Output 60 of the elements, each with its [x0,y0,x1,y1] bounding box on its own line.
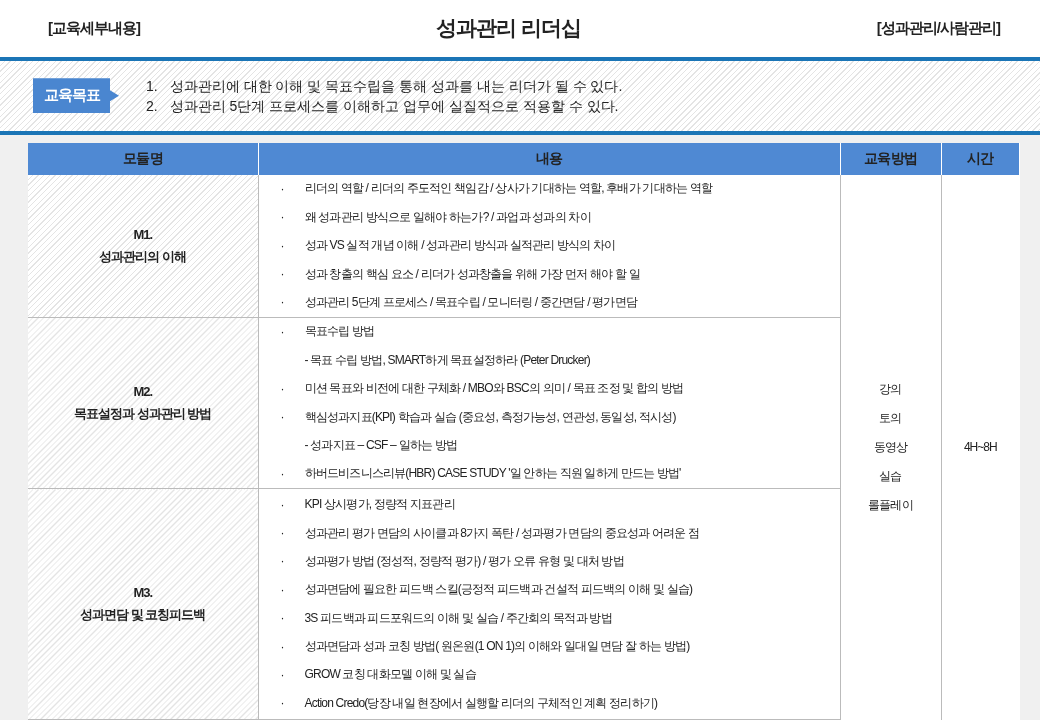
content-text: 성과면담에 필요한 피드백 스킬(긍정적 피드백과 건설적 피드백의 이해 및 실습) [304,581,693,599]
content-text: 핵심성과지표(KPI) 학습과 실습 (중요성, 측정가능성, 연관성, 동일성, 적시성) [304,408,676,426]
content-text: 하버드비즈니스리뷰(HBR) CASE STUDY '일 안하는 직원 일하게 만드는 방법' [304,465,681,483]
content-text: 성과 VS 실적 개념 이해 / 성과관리 방식과 실적관리 방식의 차이 [304,237,616,255]
content-text: 왜 성과관리 방식으로 일해야 하는가? / 과업과 성과의 차이 [304,208,591,226]
bullet-icon: · [280,410,305,424]
bullet-icon: · [280,238,305,253]
module-code: M1. [132,225,154,244]
bullet-icon: · [280,497,305,512]
column-header: 시간 [941,142,1019,175]
category-tag: [성과관리/사람관리] [876,19,1000,38]
method-text: 롤플레이 [867,496,914,514]
content-text: 성과관리 5단계 프로세스 / 목표수립 / 모니터링 / 중간면담 / 평가면담 [304,293,638,311]
objective-number: 1. [146,76,158,95]
bullet-icon: · [280,554,305,569]
content-text: 미션 목표와 비전에 대한 구체화 / MBO와 BSC의 의미 / 목표 조정 및 합의 방법 [304,380,684,398]
bullet-icon: · [280,696,305,711]
module-code: M2. [132,382,154,401]
content-subtext: - 목표 수립 방법, SMART하게 목표설정하라 (Peter Drucker) [304,351,591,369]
bullet-icon: · [280,526,305,540]
bullet-icon: · [280,381,305,396]
time-text: 4H~8H [941,174,1019,720]
module-code: M3. [132,584,154,602]
column-header: 모듈명 [28,142,258,175]
objective-text: 성과관리 5단계 프로세스를 이해하고 업무에 실질적으로 적용할 수 있다. [169,96,619,115]
column-header: 내용 [258,142,840,175]
bullet-icon: · [280,324,305,339]
content-text: 목표수립 방법 [304,323,375,341]
content-text: Action Credo(당장 내일 현장에서 실행할 리더의 구체적인 계획 정리하기) [304,694,658,712]
method-text: 실습 [878,467,903,485]
content-text: KPI 상시평가, 정량적 지표관리 [304,496,455,514]
bullet-icon: · [280,267,305,282]
content-subtext: - 성과지표 – CSF – 일하는 방법 [304,436,458,454]
method-text: 강의 [878,380,903,398]
content-text: 리더의 역할 / 리더의 주도적인 책임감 / 상사가 기대하는 역할, 후배가 기대하는 역할 [304,180,713,198]
objective-text: 성과관리에 대한 이해 및 목표수립을 통해 성과를 내는 리더가 될 수 있다. [169,76,623,95]
method-text: 동영상 [872,438,909,456]
module-name: 성과관리의 이해 [98,247,188,266]
content-text: GROW 코칭 대화모델 이해 및 실습 [304,666,476,684]
module-name: 성과면담 및 코칭피드백 [79,606,207,624]
content-text: 성과면담과 성과 코칭 방법( 원온원(1 ON 1)의 이해와 일대일 면담 잘 하는 방법) [304,638,690,656]
column-header: 교육방법 [840,142,941,175]
bullet-icon: · [280,295,305,310]
content-text: 3S 피드백과 피드포워드의 이해 및 실습 / 주간회의 목적과 방법 [304,609,612,627]
category-label: [교육세부내용] [48,19,140,38]
bullet-icon: · [280,466,305,481]
bullet-icon: · [280,582,305,597]
bullet-icon: · [280,611,305,626]
content-text: 성과관리 평가 면담의 사이클과 8가지 폭탄 / 성과평가 면담의 중요성과 어려운 점 [304,524,700,542]
bullet-icon: · [280,210,305,225]
bullet-icon: · [280,639,305,654]
page-title: 성과관리 리더십 [436,15,581,42]
content-text: 성과 창출의 핵심 요소 / 리더가 성과창출을 위해 가장 먼저 해야 할 일 [304,265,640,283]
bullet-icon: · [280,181,305,196]
objectives-badge: 교육목표 [33,78,119,114]
module-name: 목표설정과 성과관리 방법 [73,404,213,423]
content-text: 성과평가 방법 (정성적, 정량적 평가) / 평가 오류 유형 및 대처 방법 [304,552,624,570]
method-text: 토의 [878,409,903,427]
objective-number: 2. [146,96,158,115]
bullet-icon: · [280,667,305,682]
